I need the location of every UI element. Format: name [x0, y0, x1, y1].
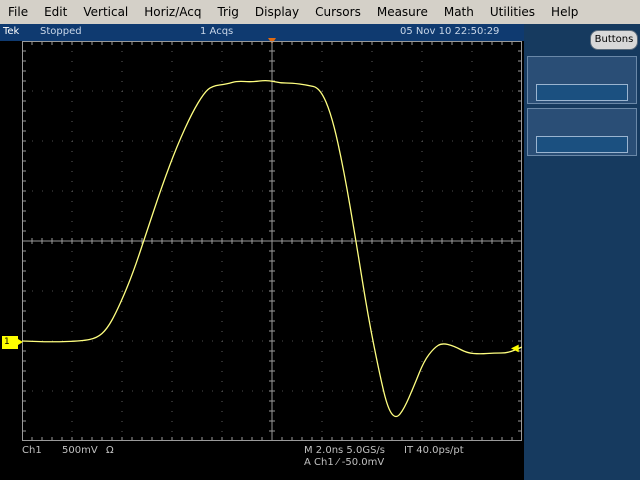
acq-count: 1 Acqs	[200, 26, 234, 37]
menu-utilities[interactable]: Utilities	[482, 0, 543, 24]
menu-math[interactable]: Math	[436, 0, 482, 24]
menu-vertical[interactable]: Vertical	[75, 0, 136, 24]
impedance-symbol: Ω	[106, 445, 114, 456]
menu-display[interactable]: Display	[247, 0, 307, 24]
readout-field-2[interactable]	[536, 136, 628, 153]
menu-help[interactable]: Help	[543, 0, 586, 24]
acq-state: Stopped	[40, 26, 82, 37]
status-bar: Tek Stopped 1 Acqs 05 Nov 10 22:50:29	[0, 24, 524, 44]
graticule-grid	[22, 41, 522, 441]
waveform-graticule	[22, 41, 522, 441]
right-panel: Buttons	[524, 24, 640, 480]
menu-measure[interactable]: Measure	[369, 0, 436, 24]
menu-horiz-acq[interactable]: Horiz/Acq	[136, 0, 209, 24]
date-time: 05 Nov 10 22:50:29	[400, 26, 500, 37]
brand-label: Tek	[3, 26, 20, 37]
buttons-button[interactable]: Buttons	[590, 30, 638, 50]
readout-box-2	[527, 108, 637, 156]
interpolation-readout: IT 40.0ps/pt	[404, 445, 464, 456]
menu-bar: File Edit Vertical Horiz/Acq Trig Displa…	[0, 0, 640, 25]
menu-file[interactable]: File	[0, 0, 36, 24]
timebase-readout: M 2.0ns 5.0GS/s	[304, 445, 386, 456]
menu-edit[interactable]: Edit	[36, 0, 75, 24]
footer-readout: Ch1 500mV Ω M 2.0ns 5.0GS/s IT 40.0ps/pt…	[0, 441, 524, 480]
menu-cursors[interactable]: Cursors	[307, 0, 369, 24]
channel-label[interactable]: Ch1	[22, 445, 42, 456]
readout-field-1[interactable]	[536, 84, 628, 101]
readout-box-1	[527, 56, 637, 104]
left-strip	[0, 41, 22, 441]
ch1-ground-marker[interactable]: 1	[2, 336, 23, 349]
reference-level-icon: ◀	[511, 343, 519, 354]
volts-per-div: 500mV	[62, 445, 98, 456]
menu-trig[interactable]: Trig	[209, 0, 246, 24]
trigger-readout: A Ch1 ⁄ -50.0mV	[304, 457, 385, 468]
